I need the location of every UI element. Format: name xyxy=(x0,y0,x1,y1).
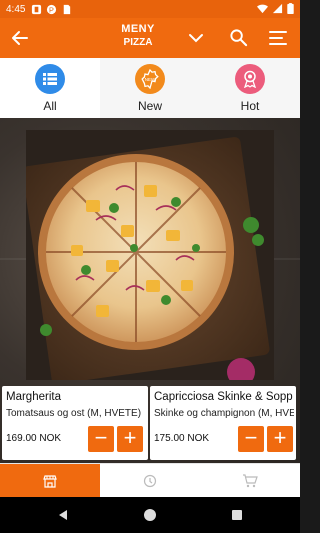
category-tabs: All NEW New Hot xyxy=(0,58,300,118)
list-icon xyxy=(35,64,65,94)
product-price: 175.00 NOK xyxy=(154,433,210,444)
signal-icon xyxy=(272,3,283,14)
increase-quantity-button[interactable]: + xyxy=(117,426,143,452)
increase-quantity-button[interactable]: + xyxy=(267,426,293,452)
tab-all[interactable]: All xyxy=(0,58,100,118)
system-home-icon[interactable] xyxy=(144,509,156,521)
notification-icon xyxy=(32,4,42,14)
page-title: MENY xyxy=(121,23,155,35)
decrease-quantity-button[interactable]: − xyxy=(238,426,264,452)
title-block[interactable]: MENY PIZZA xyxy=(90,23,186,48)
product-name: Capricciosa Skinke & Sopp xyxy=(154,391,293,403)
nav-history[interactable] xyxy=(100,464,200,497)
system-recents-icon[interactable] xyxy=(232,510,242,520)
nav-cart[interactable] xyxy=(200,464,300,497)
status-bar: 4:45 P xyxy=(0,0,300,18)
tab-hot-label: Hot xyxy=(240,99,260,113)
pizza-image xyxy=(26,130,274,380)
history-icon xyxy=(143,474,157,487)
product-area: Margherita Tomatsaus og ost (M, HVETE) 1… xyxy=(0,118,300,463)
status-time: 4:45 xyxy=(6,3,26,15)
product-card[interactable]: Capricciosa Skinke & Sopp Skinke og cham… xyxy=(150,386,296,460)
svg-text:NEW: NEW xyxy=(145,77,156,82)
product-price: 169.00 NOK xyxy=(6,433,62,444)
tab-hot[interactable]: Hot xyxy=(200,58,300,118)
chevron-down-icon[interactable] xyxy=(188,30,204,46)
decrease-quantity-button[interactable]: − xyxy=(88,426,114,452)
wifi-icon xyxy=(257,4,268,14)
bottom-nav xyxy=(0,463,300,497)
system-nav xyxy=(0,497,300,533)
app-notification-icon: P xyxy=(47,4,57,14)
menu-icon xyxy=(43,474,57,488)
tab-all-label: All xyxy=(43,99,57,113)
tab-new-label: New xyxy=(137,99,162,113)
tab-new[interactable]: NEW New xyxy=(100,58,200,118)
search-icon[interactable] xyxy=(229,28,248,47)
product-description: Tomatsaus og ost (M, HVETE) xyxy=(6,408,142,419)
new-badge-icon: NEW xyxy=(135,64,165,94)
svg-text:P: P xyxy=(50,5,55,14)
nav-menu[interactable] xyxy=(0,464,100,497)
product-name: Margherita xyxy=(6,391,61,403)
award-ribbon-icon xyxy=(235,64,265,94)
battery-icon xyxy=(287,3,294,14)
product-description: Skinke og champignon (M, HVETE) xyxy=(154,408,294,419)
system-back-icon[interactable] xyxy=(57,509,69,521)
app-bar: MENY PIZZA xyxy=(0,18,300,58)
product-card[interactable]: Margherita Tomatsaus og ost (M, HVETE) 1… xyxy=(2,386,148,460)
page-subtitle: PIZZA xyxy=(123,37,153,48)
back-arrow-icon[interactable] xyxy=(10,28,30,48)
menu-icon[interactable] xyxy=(268,29,288,47)
product-list: Margherita Tomatsaus og ost (M, HVETE) 1… xyxy=(0,386,300,463)
sd-card-icon xyxy=(64,4,71,14)
cart-icon xyxy=(243,473,258,487)
